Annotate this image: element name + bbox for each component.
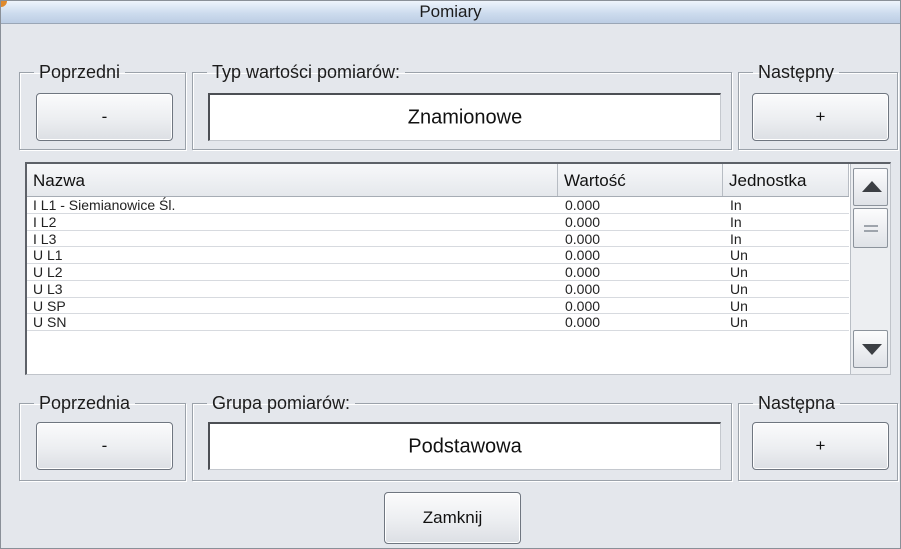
cell-name: I L3 <box>33 230 57 247</box>
cell-unit: Un <box>730 264 748 280</box>
close-button-label: Zamknij <box>422 508 483 527</box>
cell-value: 0.000 <box>565 197 601 213</box>
measurement-type-legend: Typ wartości pomiarów: <box>212 62 401 82</box>
previous-type-legend: Poprzedni <box>39 62 121 82</box>
table-row[interactable]: I L2 0.000 In <box>27 214 849 231</box>
grip-icon <box>864 225 878 227</box>
cell-unit: Un <box>730 247 748 264</box>
measurement-type-display: Znamionowe <box>208 93 721 141</box>
measurement-group-value: Podstawowa <box>408 435 522 457</box>
previous-type-button[interactable]: - <box>36 93 173 141</box>
table-row[interactable]: U L2 0.000 Un <box>27 264 849 281</box>
window-corner-mark <box>1 1 7 7</box>
table-row[interactable]: U L1 0.000 Un <box>27 247 849 264</box>
cell-unit: In <box>730 230 742 247</box>
cell-value: 0.000 <box>565 280 601 297</box>
close-button[interactable]: Zamknij <box>384 492 521 544</box>
cell-unit: Un <box>730 297 748 314</box>
table-row[interactable]: I L3 0.000 In <box>27 231 849 248</box>
table-row[interactable]: U SP 0.000 Un <box>27 298 849 315</box>
previous-group-button-label: - <box>101 436 108 455</box>
column-header-value[interactable]: Wartość <box>558 164 723 196</box>
previous-group-legend: Poprzednia <box>39 393 131 413</box>
next-group-button-label: + <box>815 436 826 455</box>
previous-type-button-label: - <box>101 107 108 126</box>
column-header-unit[interactable]: Jednostka <box>723 164 849 196</box>
table-row[interactable]: I L1 - Siemianowice Śl. 0.000 In <box>27 197 849 214</box>
cell-name: I L1 - Siemianowice Śl. <box>33 197 176 213</box>
scroll-thumb[interactable] <box>853 208 888 248</box>
measurement-group-legend: Grupa pomiarów: <box>212 393 351 413</box>
cell-name: U L2 <box>33 264 63 280</box>
next-type-button[interactable]: + <box>752 93 889 141</box>
cell-value: 0.000 <box>565 314 601 331</box>
table-scrollbar[interactable] <box>850 164 890 374</box>
table-row[interactable]: U SN 0.000 Un <box>27 314 849 331</box>
table-row[interactable]: U L3 0.000 Un <box>27 281 849 298</box>
measurement-type-value: Znamionowe <box>407 106 523 128</box>
scroll-up-button[interactable] <box>853 168 888 206</box>
cell-unit: Un <box>730 314 748 331</box>
cell-name: U L1 <box>33 247 63 264</box>
cell-unit: In <box>730 197 742 213</box>
cell-name: U SN <box>33 314 67 331</box>
next-group-button[interactable]: + <box>752 422 889 470</box>
measurements-table: Nazwa Wartość Jednostka I L1 - Siemianow… <box>25 162 891 375</box>
cell-unit: In <box>730 213 742 230</box>
title-bar: Pomiary <box>1 1 900 24</box>
cell-value: 0.000 <box>565 230 601 247</box>
grip-icon <box>864 230 878 232</box>
cell-name: I L2 <box>33 213 57 230</box>
arrow-up-icon <box>862 181 882 192</box>
cell-name: U SP <box>33 297 66 314</box>
cell-name: U L3 <box>33 280 63 297</box>
next-type-button-label: + <box>815 107 826 126</box>
measurement-group-display: Podstawowa <box>208 422 721 470</box>
table-header: Nazwa Wartość Jednostka <box>27 164 849 197</box>
next-group-legend: Następna <box>758 393 836 413</box>
previous-group-button[interactable]: - <box>36 422 173 470</box>
cell-unit: Un <box>730 280 748 297</box>
window-title: Pomiary <box>419 2 482 21</box>
arrow-down-icon <box>862 344 882 355</box>
cell-value: 0.000 <box>565 297 601 314</box>
table-body: I L1 - Siemianowice Śl. 0.000 In I L2 0.… <box>27 197 849 331</box>
cell-value: 0.000 <box>565 264 601 280</box>
cell-value: 0.000 <box>565 247 601 264</box>
scroll-down-button[interactable] <box>853 330 888 368</box>
cell-value: 0.000 <box>565 213 601 230</box>
measurements-dialog: Pomiary Poprzedni - Typ wartości pomiaró… <box>0 0 901 549</box>
next-type-legend: Następny <box>758 62 835 82</box>
column-header-name[interactable]: Nazwa <box>27 164 558 196</box>
